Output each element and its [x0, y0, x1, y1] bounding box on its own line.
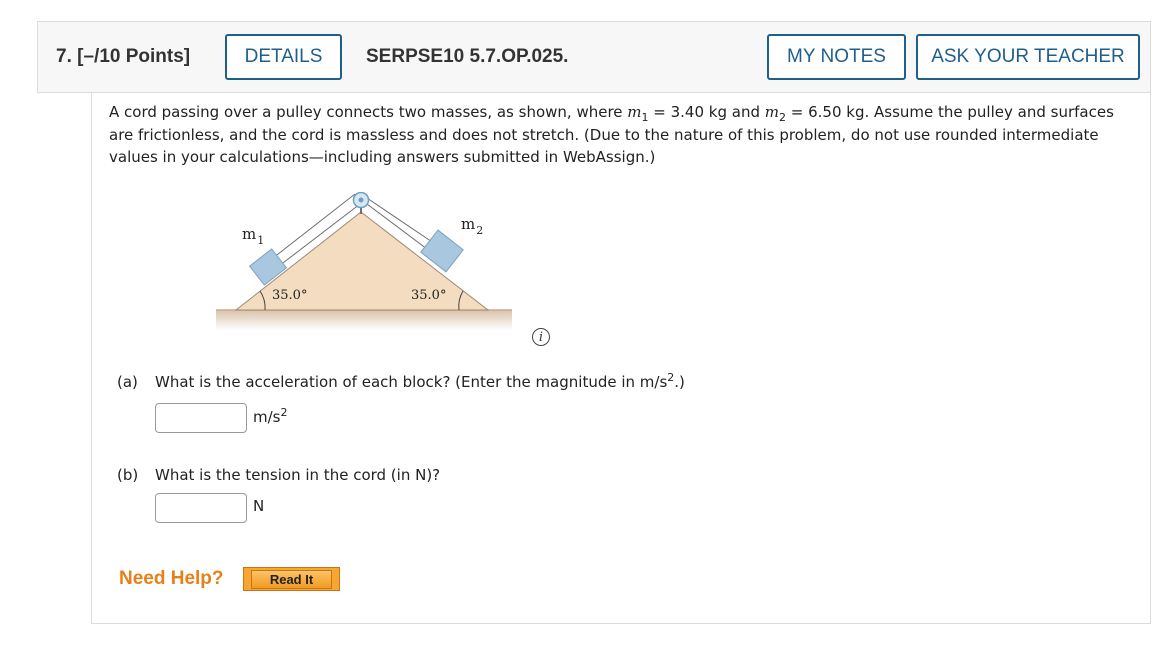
question-number: 7.: [56, 46, 72, 67]
part-a-text: What is the acceleration of each block? …: [155, 373, 668, 391]
read-it-button[interactable]: Read It: [243, 567, 340, 591]
answer-a-input[interactable]: [155, 403, 247, 433]
ground-surface: [216, 310, 512, 330]
answer-b-unit: N: [253, 497, 265, 515]
info-icon[interactable]: i: [532, 328, 550, 346]
m1-variable: m: [627, 103, 642, 121]
answer-a-unit: m/s2: [253, 406, 288, 426]
problem-text-part: A cord passing over a pulley connects tw…: [109, 103, 628, 121]
part-a-text-end: .): [674, 373, 685, 391]
my-notes-button[interactable]: MY NOTES: [767, 34, 906, 80]
question-body: A cord passing over a pulley connects tw…: [91, 92, 1151, 624]
need-help-label: Need Help?: [119, 568, 224, 589]
incline-pulley-figure: m1 m2 35.0° 35.0°: [216, 192, 512, 330]
m2-label: m2: [461, 215, 483, 237]
angle-label-left: 35.0°: [272, 288, 307, 303]
details-button[interactable]: DETAILS: [225, 34, 342, 80]
ask-your-teacher-button[interactable]: ASK YOUR TEACHER: [916, 34, 1140, 80]
part-b-text: What is the tension in the cord (in N)?: [155, 466, 441, 484]
angle-label-right: 35.0°: [411, 288, 446, 303]
read-it-label: Read It: [250, 569, 333, 589]
problem-text-part: = 3.40 kg and: [648, 103, 765, 121]
part-a-question: (a) What is the acceleration of each bloc…: [117, 372, 685, 391]
m1-label: m1: [242, 225, 264, 247]
answer-b-input[interactable]: [155, 493, 247, 523]
part-a-label: (a): [117, 373, 138, 391]
part-b-question: (b) What is the tension in the cord (in N…: [117, 466, 440, 484]
m2-variable: m: [764, 103, 779, 121]
question-header: 7. [–/10 Points] DETAILS SERPSE10 5.7.OP…: [37, 21, 1151, 93]
m2-subscript: 2: [779, 111, 786, 124]
question-code: SERPSE10 5.7.OP.025.: [366, 46, 569, 67]
question-points: [–/10 Points]: [77, 46, 191, 67]
pulley-icon: [352, 192, 370, 214]
part-b-label: (b): [117, 466, 139, 484]
question-number-points: 7. [–/10 Points]: [56, 46, 190, 68]
m1-subscript: 1: [641, 111, 649, 124]
problem-statement: A cord passing over a pulley connects tw…: [109, 101, 1119, 169]
